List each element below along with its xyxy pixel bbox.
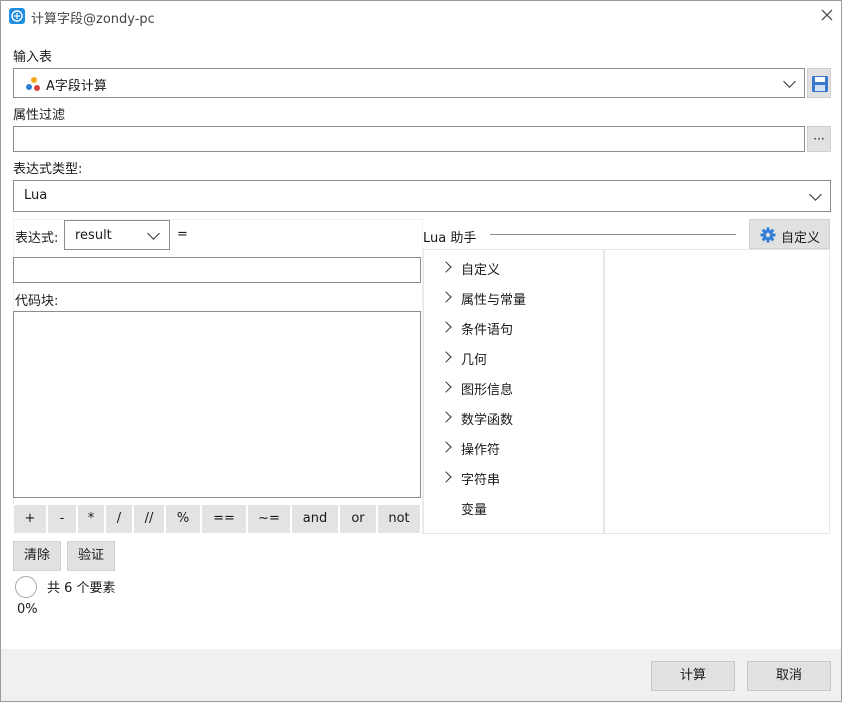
op-or-button[interactable]: or	[339, 504, 377, 534]
title-bar: 计算字段@zondy-pc	[1, 1, 841, 32]
op-minus-button[interactable]: -	[47, 504, 77, 534]
chevron-right-icon	[440, 471, 452, 483]
tree-item-label: 字符串	[461, 473, 501, 488]
progress-percent: 0%	[17, 602, 38, 617]
close-icon[interactable]	[817, 5, 837, 25]
expression-type-value: Lua	[24, 188, 48, 203]
layer-icon	[25, 76, 41, 92]
input-table-value: A字段计算	[46, 79, 107, 94]
chevron-right-icon	[440, 381, 452, 393]
tree-item-label: 自定义	[461, 263, 501, 278]
op-plus-button[interactable]: +	[13, 504, 47, 534]
divider	[490, 234, 736, 235]
expression-target-combo[interactable]: result	[64, 220, 170, 250]
chevron-right-icon	[440, 261, 452, 273]
input-table-label: 输入表	[13, 50, 53, 65]
progress-ring	[15, 576, 37, 598]
window-title: 计算字段@zondy-pc	[31, 12, 155, 27]
tree-item-label: 变量	[461, 503, 488, 518]
custom-button-label: 自定义	[781, 231, 821, 246]
tree-item-label: 数学函数	[461, 413, 514, 428]
lua-helper-tree: 自定义 属性与常量 条件语句 几何 图形信息 数学函数 操作符 字符串 变量	[423, 249, 604, 534]
op-floor-divide-button[interactable]: //	[133, 504, 165, 534]
app-icon	[9, 8, 25, 24]
op-divide-button[interactable]: /	[105, 504, 133, 534]
expression-target-value: result	[75, 228, 112, 243]
op-and-button[interactable]: and	[291, 504, 339, 534]
expression-input[interactable]	[13, 257, 421, 283]
chevron-right-icon	[440, 441, 452, 453]
op-multiply-button[interactable]: *	[77, 504, 105, 534]
chevron-down-icon	[809, 188, 822, 201]
op-modulo-button[interactable]: %	[165, 504, 201, 534]
save-button[interactable]	[807, 68, 831, 98]
verify-button[interactable]: 验证	[67, 541, 115, 571]
tree-item-label: 属性与常量	[461, 293, 527, 308]
tree-item-label: 条件语句	[461, 323, 514, 338]
input-table-combo[interactable]: A字段计算	[13, 68, 805, 98]
gear-icon	[760, 227, 776, 247]
code-block-textarea[interactable]	[13, 311, 421, 498]
chevron-right-icon	[440, 411, 452, 423]
code-block-label: 代码块:	[15, 294, 59, 309]
tree-item-label: 图形信息	[461, 383, 514, 398]
clear-button[interactable]: 清除	[13, 541, 61, 571]
compute-button[interactable]: 计算	[651, 661, 735, 691]
cancel-button[interactable]: 取消	[747, 661, 831, 691]
expression-type-label: 表达式类型:	[13, 162, 83, 177]
chevron-right-icon	[440, 291, 452, 303]
expression-label: 表达式:	[15, 231, 59, 246]
save-icon	[811, 75, 829, 97]
op-not-button[interactable]: not	[377, 504, 421, 534]
equals-sign: =	[177, 227, 188, 242]
feature-count: 共 6 个要素	[47, 581, 116, 596]
tree-item-label: 操作符	[461, 443, 501, 458]
attribute-filter-label: 属性过滤	[13, 108, 66, 123]
chevron-right-icon	[440, 351, 452, 363]
chevron-right-icon	[440, 321, 452, 333]
op-equals-button[interactable]: ==	[201, 504, 247, 534]
lua-helper-detail	[604, 249, 830, 534]
lua-helper-title: Lua 助手	[423, 231, 477, 246]
browse-button[interactable]: ···	[807, 126, 831, 152]
dialog-footer: 计算 取消	[1, 649, 841, 701]
attribute-filter-input[interactable]	[13, 126, 805, 152]
tree-item-label: 几何	[461, 353, 488, 368]
op-not-equals-button[interactable]: ~=	[247, 504, 291, 534]
expression-type-combo[interactable]: Lua	[13, 180, 831, 212]
custom-button[interactable]: 自定义	[749, 219, 830, 249]
dialog-window: 计算字段@zondy-pc 输入表 A字段计算 属性过滤 ··· 表达式类型: …	[0, 0, 842, 702]
chevron-down-icon	[783, 75, 796, 88]
chevron-down-icon	[147, 227, 160, 240]
